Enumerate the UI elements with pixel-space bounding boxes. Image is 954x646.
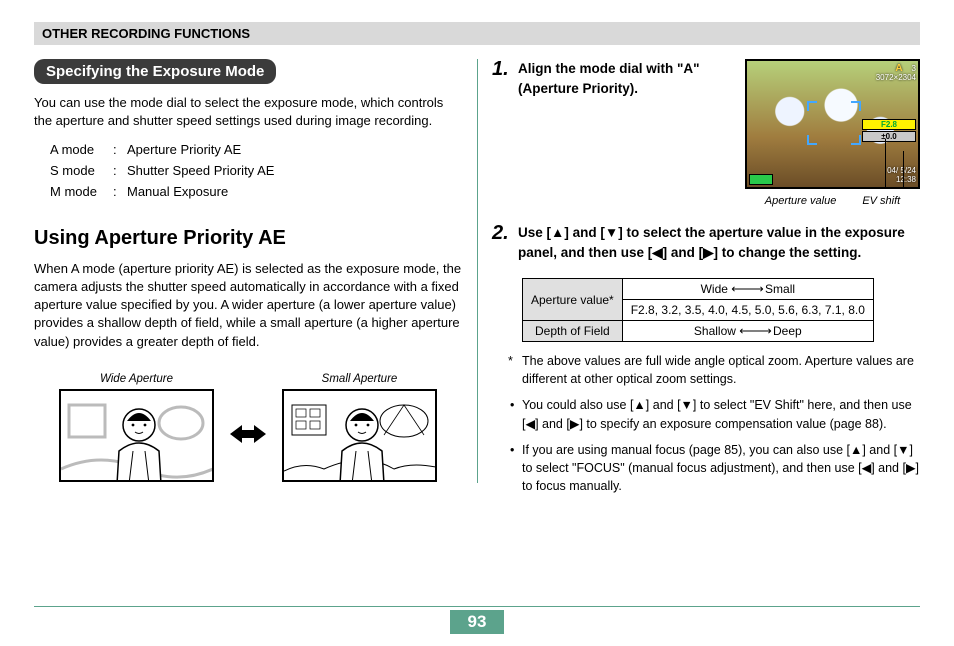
left-column: Specifying the Exposure Mode You can use… bbox=[34, 59, 462, 503]
page-footer: 93 bbox=[0, 606, 954, 634]
exposure-panel: F2.8 ±0.0 bbox=[862, 119, 916, 143]
table-header: Depth of Field bbox=[523, 321, 623, 342]
figure-caption: Wide Aperture bbox=[59, 373, 214, 385]
figure-image bbox=[282, 389, 437, 482]
section-heading: Specifying the Exposure Mode bbox=[34, 59, 276, 84]
figure-image bbox=[59, 389, 214, 482]
caption-aperture-value: Aperture value bbox=[765, 195, 837, 207]
aperture-value-readout: F2.8 bbox=[862, 119, 916, 130]
content-columns: Specifying the Exposure Mode You can use… bbox=[34, 59, 920, 503]
bullet-item: You could also use [▲] and [▼] to select… bbox=[522, 396, 920, 432]
step-number: 1. bbox=[492, 59, 512, 79]
step-text: Use [▲] and [▼] to select the aperture v… bbox=[518, 223, 920, 262]
step-1: 1. Align the mode dial with "A" (Apertur… bbox=[492, 59, 920, 207]
step-2: 2. Use [▲] and [▼] to select the apertur… bbox=[492, 223, 920, 262]
caption-ev-shift: EV shift bbox=[862, 195, 900, 207]
aperture-figures: Wide Aperture bbox=[34, 373, 462, 482]
figure-small-aperture: Small Aperture bbox=[282, 373, 437, 482]
double-arrow-icon bbox=[228, 408, 268, 446]
table-cell: F2.8, 3.2, 3.5, 4.0, 4.5, 5.0, 5.6, 6.3,… bbox=[622, 300, 873, 321]
table-header: Aperture value* bbox=[523, 279, 623, 321]
camera-screen-figure: A 3 3072×2304 F2.8 ±0.0 04/ 5/2412:38 bbox=[745, 59, 920, 207]
screen-top-right: A 3 3072×2304 bbox=[876, 63, 916, 83]
chapter-title: OTHER RECORDING FUNCTIONS bbox=[34, 22, 920, 45]
mode-list: A mode:Aperture Priority AE S mode:Shutt… bbox=[50, 140, 462, 202]
table-cell: Shallow ⟵⟶ Deep bbox=[622, 321, 873, 342]
screen-datetime: 04/ 5/2412:38 bbox=[887, 167, 916, 185]
step-number: 2. bbox=[492, 223, 512, 262]
camera-screen: A 3 3072×2304 F2.8 ±0.0 04/ 5/2412:38 bbox=[745, 59, 920, 189]
aperture-table: Aperture value* Wide ⟵⟶ Small F2.8, 3.2,… bbox=[522, 278, 874, 342]
intro-paragraph: You can use the mode dial to select the … bbox=[34, 94, 462, 130]
step-text: Align the mode dial with "A" (Aperture P… bbox=[518, 59, 708, 98]
footer-rule bbox=[34, 606, 920, 607]
column-divider bbox=[477, 59, 478, 483]
right-column: 1. Align the mode dial with "A" (Apertur… bbox=[492, 59, 920, 503]
page-number: 93 bbox=[450, 610, 505, 634]
figure-wide-aperture: Wide Aperture bbox=[59, 373, 214, 482]
screen-captions: Aperture value EV shift bbox=[745, 195, 920, 207]
manual-page: OTHER RECORDING FUNCTIONS Specifying the… bbox=[0, 0, 954, 646]
ev-shift-readout: ±0.0 bbox=[862, 131, 916, 142]
figure-caption: Small Aperture bbox=[282, 373, 437, 385]
footnote: The above values are full wide angle opt… bbox=[522, 352, 920, 388]
subsection-heading: Using Aperture Priority AE bbox=[34, 227, 462, 250]
table-cell: Wide ⟵⟶ Small bbox=[622, 279, 873, 300]
subsection-body: When A mode (aperture priority AE) is se… bbox=[34, 260, 462, 351]
bullet-item: If you are using manual focus (page 85),… bbox=[522, 441, 920, 495]
battery-icon bbox=[749, 174, 773, 185]
